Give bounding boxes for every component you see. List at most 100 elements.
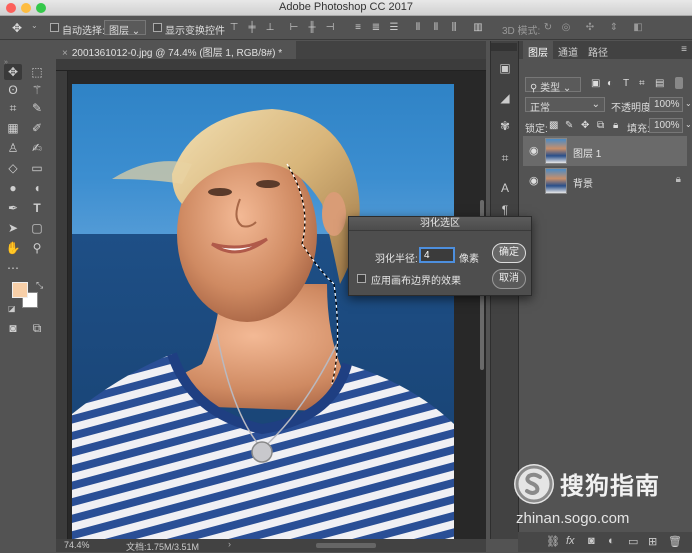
filter-adjustment-icon[interactable]: ◐	[607, 78, 613, 89]
filter-toggle-switch[interactable]	[675, 77, 683, 89]
foreground-color-swatch[interactable]	[12, 282, 28, 298]
blur-tool-icon[interactable]: ●	[4, 180, 22, 196]
document-size[interactable]: 文档:1.75M/3.51M	[126, 540, 199, 553]
auto-select-dropdown[interactable]: 图层 ⌄	[104, 20, 146, 37]
distribute-vcenter-icon[interactable]: ≣	[370, 22, 382, 33]
type-tool-icon[interactable]: T	[28, 200, 46, 216]
paragraph-panel-icon[interactable]: ¶	[498, 203, 512, 217]
distribute-hcenter-icon[interactable]: ⦀	[430, 22, 442, 33]
tab-paths[interactable]: 路径	[583, 41, 613, 59]
lock-artboard-icon[interactable]: ⧉	[597, 120, 604, 131]
document-image[interactable]	[72, 84, 454, 540]
auto-align-icon[interactable]: ▥	[472, 22, 484, 33]
align-right-icon[interactable]: ⊣	[324, 22, 336, 33]
adjustment-icon[interactable]: ◐	[608, 535, 615, 547]
cancel-button[interactable]: 取消	[492, 269, 526, 289]
marquee-tool-icon[interactable]: ⬚	[28, 64, 46, 80]
move-icon[interactable]: ✥	[12, 21, 22, 35]
align-top-icon[interactable]: ⊤	[228, 22, 240, 33]
filter-smart-object-icon[interactable]: ▤	[655, 78, 664, 89]
healing-brush-tool-icon[interactable]: ▦	[4, 120, 22, 136]
apply-canvas-bounds-checkbox[interactable]	[357, 274, 366, 283]
zoom-tool-icon[interactable]: ⚲	[28, 240, 46, 256]
path-select-tool-icon[interactable]: ➤	[4, 220, 22, 236]
lock-position-icon[interactable]: ✥	[581, 120, 589, 131]
brush-settings-icon[interactable]: ✾	[498, 119, 512, 133]
fill-chevron-icon[interactable]: ⌄	[685, 120, 692, 129]
horizontal-scrollbar[interactable]	[316, 543, 376, 548]
move-tool-icon[interactable]: ✥	[4, 64, 22, 80]
close-tab-icon[interactable]: ×	[62, 48, 68, 59]
info-panel-icon[interactable]: ▣	[498, 61, 512, 75]
feather-radius-input[interactable]: 4	[419, 247, 455, 263]
filter-type-icon[interactable]: T	[623, 78, 629, 89]
align-left-icon[interactable]: ⊢	[288, 22, 300, 33]
hand-tool-icon[interactable]: ✋	[4, 240, 22, 256]
zoom-level[interactable]: 74.4%	[64, 540, 90, 550]
chevron-down-icon[interactable]: ⌄	[31, 21, 38, 30]
3d-scale-icon[interactable]: ◧	[632, 22, 644, 33]
mask-icon[interactable]: ◙	[588, 535, 595, 547]
character-panel-icon[interactable]: A	[498, 181, 512, 195]
status-menu-arrow-icon[interactable]: ›	[228, 539, 231, 549]
pen-tool-icon[interactable]: ✒	[4, 200, 22, 216]
feather-radius-label: 羽化半径:	[375, 254, 418, 265]
3d-slide-icon[interactable]: ⇕	[608, 22, 620, 33]
ok-button[interactable]: 确定	[492, 243, 526, 263]
layer-kind-filter[interactable]: ⚲ 类型 ⌄	[525, 77, 581, 94]
align-hcenter-icon[interactable]: ╫	[306, 22, 318, 33]
lock-all-icon[interactable]: 🔒︎	[613, 120, 618, 131]
tab-layers[interactable]: 图层	[523, 41, 553, 59]
lock-image-icon[interactable]: ✎	[565, 120, 573, 131]
crop-tool-icon[interactable]: ⌗	[4, 100, 22, 116]
new-layer-icon[interactable]: ⊞	[648, 535, 657, 548]
default-colors-icon[interactable]: ◪	[8, 304, 16, 313]
trash-icon[interactable]: 🗑︎	[668, 535, 682, 548]
layer-row-background[interactable]: ◉ 背景 🔒︎	[523, 166, 687, 196]
swap-colors-icon[interactable]: ⤡	[36, 280, 43, 291]
brush-tool-icon[interactable]: ✐	[28, 120, 46, 136]
lasso-tool-icon[interactable]: ʘ	[4, 82, 22, 98]
magic-wand-tool-icon[interactable]: ⚚	[28, 82, 46, 98]
eyedropper-tool-icon[interactable]: ✎	[28, 100, 46, 116]
distribute-top-icon[interactable]: ≡	[352, 22, 364, 33]
show-transform-checkbox[interactable]	[153, 23, 162, 32]
gradient-tool-icon[interactable]: ▭	[28, 160, 46, 176]
more-tools-icon[interactable]: ⋯	[4, 260, 22, 276]
crop-panel-icon[interactable]: ⌗	[498, 151, 512, 165]
visibility-eye-icon[interactable]: ◉	[529, 174, 539, 187]
folder-icon[interactable]: ▭	[628, 535, 638, 548]
blend-mode-dropdown[interactable]: 正常 ⌄	[525, 97, 605, 114]
3d-drag-icon[interactable]: ✣	[584, 22, 596, 33]
shape-tool-icon[interactable]: ▢	[28, 220, 46, 236]
dodge-tool-icon[interactable]: ◖	[28, 180, 46, 196]
eraser-tool-icon[interactable]: ◇	[4, 160, 22, 176]
filter-pixel-icon[interactable]: ▣	[591, 78, 600, 89]
panel-menu-icon[interactable]: ≡	[681, 44, 687, 55]
3d-rotate-icon[interactable]: ↻	[542, 22, 554, 33]
history-brush-tool-icon[interactable]: ✍	[28, 140, 46, 156]
clone-stamp-tool-icon[interactable]: ♙	[4, 140, 22, 156]
distribute-left-icon[interactable]: ⫴	[412, 22, 424, 33]
opacity-field[interactable]: 100%	[649, 97, 683, 112]
align-vcenter-icon[interactable]: ╪	[246, 22, 258, 33]
auto-select-checkbox[interactable]	[50, 23, 59, 32]
align-bottom-icon[interactable]: ⊥	[264, 22, 276, 33]
distribute-bottom-icon[interactable]: ☰	[388, 22, 400, 33]
screen-mode-icon[interactable]: ⧉	[28, 320, 46, 336]
history-panel-icon[interactable]: ◢	[498, 91, 512, 105]
layer-row-layer-1[interactable]: ◉ 图层 1	[523, 136, 687, 166]
visibility-eye-icon[interactable]: ◉	[529, 144, 539, 157]
distribute-right-icon[interactable]: ⫼	[448, 22, 460, 33]
filter-shape-icon[interactable]: ⌗	[639, 78, 645, 89]
fx-icon[interactable]: fx	[566, 535, 575, 547]
link-icon[interactable]: ⛓	[546, 535, 560, 548]
tab-channels[interactable]: 通道	[553, 41, 583, 59]
opacity-chevron-icon[interactable]: ⌄	[685, 99, 692, 108]
status-bar: 74.4% 文档:1.75M/3.51M ›	[56, 539, 486, 552]
fill-field[interactable]: 100%	[649, 118, 683, 133]
3d-roll-icon[interactable]: ◎	[560, 22, 572, 33]
lock-transparent-icon[interactable]: ▩	[549, 120, 558, 131]
quick-mask-icon[interactable]: ◙	[4, 320, 22, 336]
document-tab[interactable]: × 2001361012-0.jpg @ 74.4% (图层 1, RGB/8#)…	[56, 41, 296, 59]
